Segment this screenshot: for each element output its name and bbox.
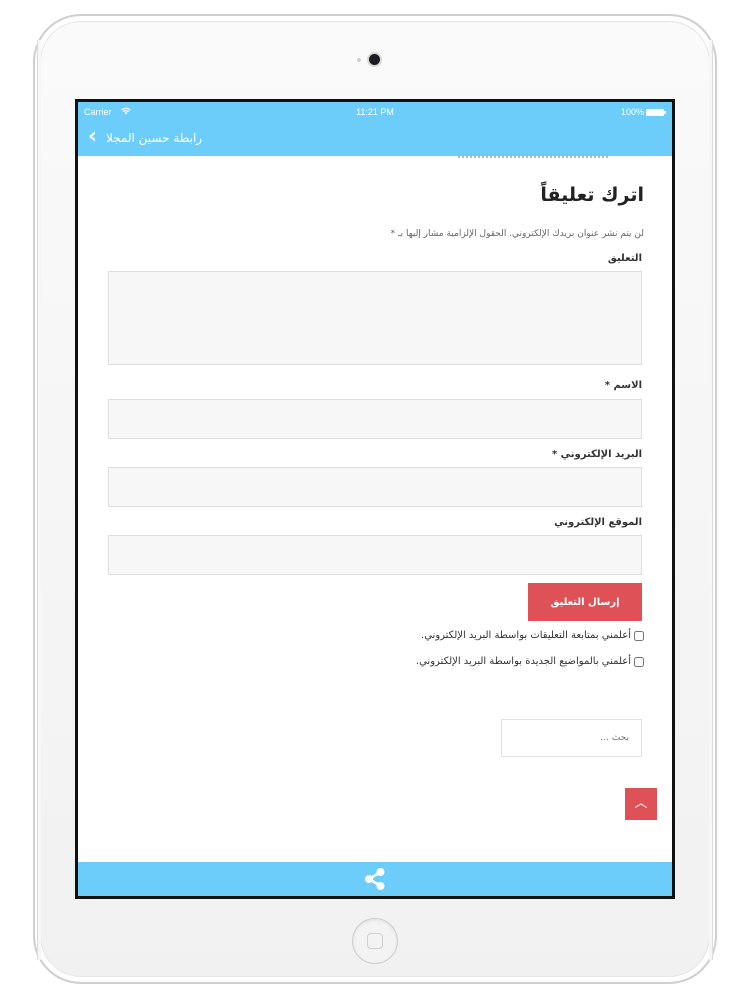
search-box: [501, 719, 642, 757]
home-button[interactable]: [352, 918, 398, 964]
home-square-icon: [367, 933, 383, 949]
chevron-left-icon[interactable]: ‹: [88, 126, 97, 148]
comment-label: التعليق: [607, 253, 642, 264]
battery-percent: 100%: [620, 107, 644, 117]
chevron-up-icon: ︿: [634, 796, 648, 811]
back-button-label[interactable]: رابطة حسين المجلا: [106, 131, 202, 145]
email-field-wrapper: [108, 467, 642, 507]
device-edge-right: [709, 40, 713, 960]
name-field-wrapper: [108, 399, 642, 439]
website-label: الموقع الإلكتروني: [554, 517, 642, 528]
comment-textarea[interactable]: [109, 272, 641, 364]
email-label: البريد الإلكتروني *: [551, 449, 642, 460]
required-fields-notice: لن يتم نشر عنوان بريدك الإلكتروني. الحقو…: [390, 229, 644, 239]
comment-textarea-wrapper: [108, 271, 642, 365]
status-bar: Carrier 11:21 PM 100%: [78, 102, 672, 122]
battery-icon: [646, 109, 666, 116]
notify-comments-label: أعلمني بمتابعة التعليقات بواسطة البريد ا…: [421, 630, 631, 641]
nav-bar: ‹ رابطة حسين المجلا: [78, 122, 672, 156]
notify-comments-checkbox[interactable]: [634, 630, 644, 641]
name-label: الاسم *: [604, 380, 642, 391]
website-field[interactable]: [109, 536, 641, 574]
truncated-text-line: [458, 156, 608, 160]
scroll-to-top-button[interactable]: ︿: [625, 788, 657, 820]
bottom-toolbar: [78, 862, 672, 896]
notify-posts-checkbox[interactable]: [634, 656, 644, 667]
comment-form-section: اترك تعليقاً لن يتم نشر عنوان بريدك الإل…: [78, 156, 672, 862]
share-icon[interactable]: [361, 867, 389, 891]
sensor-dot: [357, 58, 361, 62]
website-field-wrapper: [108, 535, 642, 575]
notify-posts-row: أعلمني بالمواضيع الجديدة بواسطة البريد ا…: [416, 656, 644, 667]
screen: Carrier 11:21 PM 100% ‹ رابطة حسين المجل…: [75, 99, 675, 899]
search-input[interactable]: [502, 720, 641, 756]
status-time: 11:21 PM: [356, 107, 394, 117]
camera-icon: [369, 54, 380, 65]
form-title: اترك تعليقاً: [540, 184, 644, 206]
email-field[interactable]: [109, 468, 641, 506]
device-edge-left: [37, 40, 41, 960]
notify-comments-row: أعلمني بمتابعة التعليقات بواسطة البريد ا…: [421, 630, 644, 641]
submit-comment-button[interactable]: إرسال التعليق: [528, 583, 642, 621]
notify-posts-label: أعلمني بالمواضيع الجديدة بواسطة البريد ا…: [415, 656, 631, 667]
name-field[interactable]: [109, 400, 641, 438]
